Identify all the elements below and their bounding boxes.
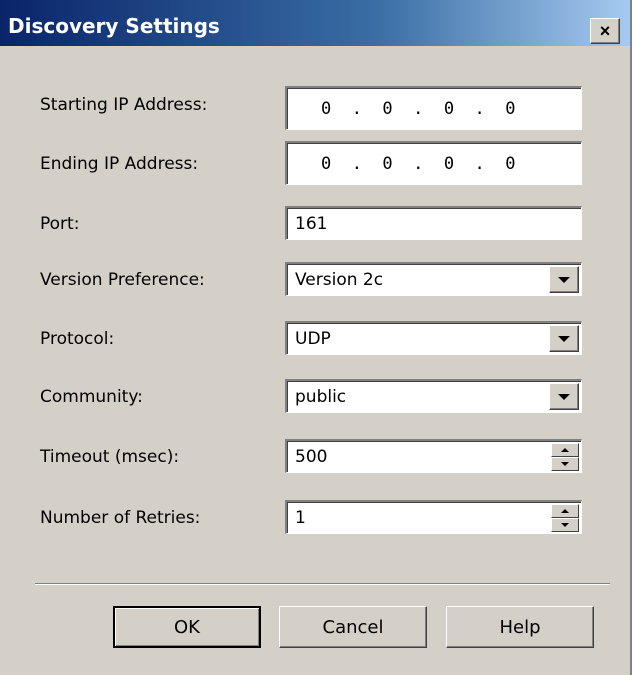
version-dropdown-button[interactable]	[549, 266, 579, 293]
timeout-value: 500	[295, 446, 328, 467]
protocol-value: UDP	[295, 328, 331, 349]
discovery-settings-dialog: Discovery Settings × Starting IP Address…	[0, 0, 632, 675]
retries-value: 1	[295, 507, 306, 528]
protocol-select[interactable]: UDP	[285, 321, 582, 355]
timeout-spin-down-button[interactable]	[551, 457, 579, 471]
title-bar[interactable]: Discovery Settings ×	[0, 0, 630, 46]
port-input[interactable]: 161	[285, 206, 582, 240]
chevron-down-icon	[558, 276, 570, 283]
chevron-down-icon	[558, 393, 570, 400]
window-title: Discovery Settings	[8, 14, 220, 38]
port-label: Port:	[40, 214, 80, 234]
starting-ip-label: Starting IP Address:	[40, 95, 208, 115]
spin-down-icon	[561, 523, 569, 527]
version-preference-select[interactable]: Version 2c	[285, 262, 582, 296]
separator	[35, 583, 610, 585]
close-button[interactable]: ×	[590, 18, 620, 44]
timeout-spin-up-button[interactable]	[551, 443, 579, 457]
spin-up-icon	[561, 448, 569, 452]
starting-ip-input[interactable]: 0 . 0 . 0 . 0	[285, 86, 582, 130]
spin-down-icon	[561, 462, 569, 466]
ending-ip-label: Ending IP Address:	[40, 154, 199, 174]
timeout-spinner	[551, 443, 579, 471]
retries-input[interactable]: 1	[285, 500, 582, 534]
protocol-dropdown-button[interactable]	[549, 325, 579, 352]
community-value: public	[295, 386, 347, 407]
version-preference-value: Version 2c	[295, 269, 384, 290]
timeout-input[interactable]: 500	[285, 439, 582, 473]
help-button[interactable]: Help	[446, 606, 594, 648]
ok-button[interactable]: OK	[113, 606, 261, 648]
timeout-label: Timeout (msec):	[40, 447, 180, 467]
community-select[interactable]: public	[285, 379, 582, 413]
port-value: 161	[295, 213, 328, 234]
protocol-label: Protocol:	[40, 329, 115, 349]
chevron-down-icon	[558, 335, 570, 342]
community-label: Community:	[40, 387, 143, 407]
spin-up-icon	[561, 509, 569, 513]
close-icon: ×	[599, 21, 611, 41]
retries-spin-up-button[interactable]	[551, 504, 579, 518]
ending-ip-input[interactable]: 0 . 0 . 0 . 0	[285, 141, 582, 185]
version-preference-label: Version Preference:	[40, 270, 205, 290]
retries-label: Number of Retries:	[40, 508, 201, 528]
retries-spin-down-button[interactable]	[551, 518, 579, 532]
community-dropdown-button[interactable]	[549, 383, 579, 410]
cancel-button[interactable]: Cancel	[279, 606, 427, 648]
retries-spinner	[551, 504, 579, 532]
